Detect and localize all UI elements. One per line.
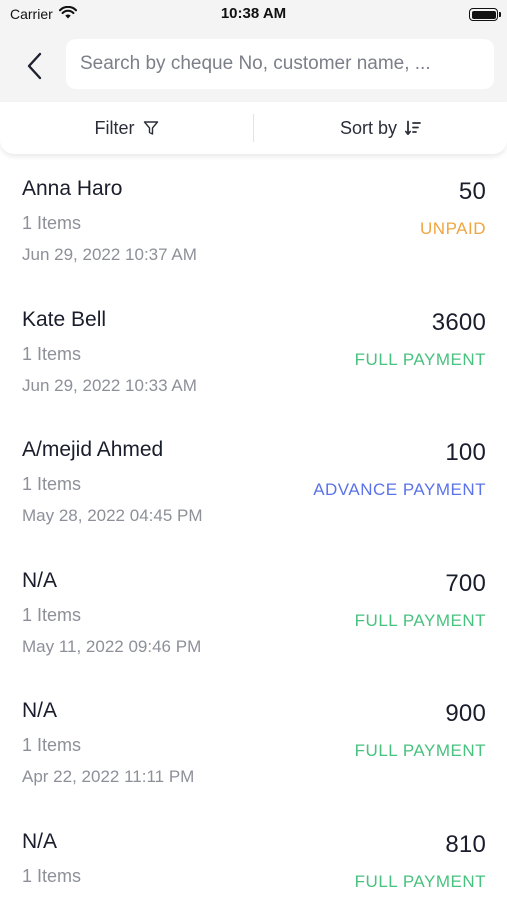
customer-name: N/A	[22, 699, 58, 722]
payment-status: FULL PAYMENT	[354, 610, 486, 630]
item-count: 1 Items	[22, 343, 82, 364]
item-count: 1 Items	[22, 474, 82, 494]
order-date: Jun 29, 2022 10:37 AM	[22, 245, 197, 264]
order-date: Jun 29, 2022 10:33 AM	[22, 375, 197, 395]
order-amount: 810	[445, 830, 486, 858]
back-button[interactable]	[16, 46, 52, 86]
item-count: 1 Items	[22, 865, 82, 886]
battery-icon	[469, 8, 501, 21]
order-amount: 100	[445, 439, 486, 466]
order-row[interactable]: A/mejid Ahmed 1 Items May 28, 2022 04:45…	[0, 415, 507, 546]
filter-button[interactable]: Filter	[0, 102, 253, 154]
payment-status: ADVANCE PAYMENT	[313, 480, 486, 499]
order-amount: 50	[458, 178, 486, 205]
status-time: 10:38 AM	[220, 5, 287, 22]
customer-name: Anna Haro	[22, 177, 123, 200]
payment-status: FULL PAYMENT	[354, 741, 486, 760]
order-amount: 3600	[431, 308, 486, 336]
payment-status: FULL PAYMENT	[354, 871, 486, 891]
customer-name: Kate Bell	[22, 307, 107, 331]
payment-status: FULL PAYMENT	[354, 349, 486, 369]
item-count: 1 Items	[22, 213, 82, 233]
payment-status: UNPAID	[420, 219, 486, 238]
order-date: Apr 22, 2022 11:11 PM	[22, 767, 195, 786]
order-date: May 11, 2022 09:46 PM	[22, 636, 202, 656]
header	[0, 30, 507, 102]
order-list: Anna Haro 1 Items Jun 29, 2022 10:37 AM …	[0, 154, 507, 900]
order-row[interactable]: N/A 1 Items Apr 22, 2022 11:11 PM 900 FU…	[0, 676, 507, 807]
sort-icon	[405, 120, 421, 135]
order-row[interactable]: Anna Haro 1 Items Jun 29, 2022 10:37 AM …	[0, 154, 507, 285]
item-count: 1 Items	[22, 735, 82, 755]
filter-label: Filter	[94, 117, 135, 138]
order-date: May 28, 2022 04:45 PM	[22, 506, 203, 525]
order-amount: 900	[445, 700, 486, 727]
toolbar: Filter Sort by	[0, 102, 507, 154]
chevron-left-icon	[27, 52, 42, 80]
search-box[interactable]	[66, 39, 494, 89]
customer-name: A/mejid Ahmed	[22, 438, 164, 461]
status-bar: Carrier 10:38 AM	[0, 0, 507, 30]
customer-name: N/A	[22, 568, 58, 592]
sort-label: Sort by	[339, 117, 398, 138]
filter-icon	[143, 121, 158, 135]
order-row[interactable]: N/A 1 Items 810 FULL PAYMENT	[0, 807, 507, 900]
sort-button[interactable]: Sort by	[254, 102, 507, 154]
order-row[interactable]: N/A 1 Items May 11, 2022 09:46 PM 700 FU…	[0, 546, 507, 677]
order-row[interactable]: Kate Bell 1 Items Jun 29, 2022 10:33 AM …	[0, 285, 507, 416]
search-input[interactable]	[80, 53, 480, 75]
customer-name: N/A	[22, 829, 58, 853]
order-amount: 700	[445, 569, 486, 597]
item-count: 1 Items	[22, 604, 82, 625]
